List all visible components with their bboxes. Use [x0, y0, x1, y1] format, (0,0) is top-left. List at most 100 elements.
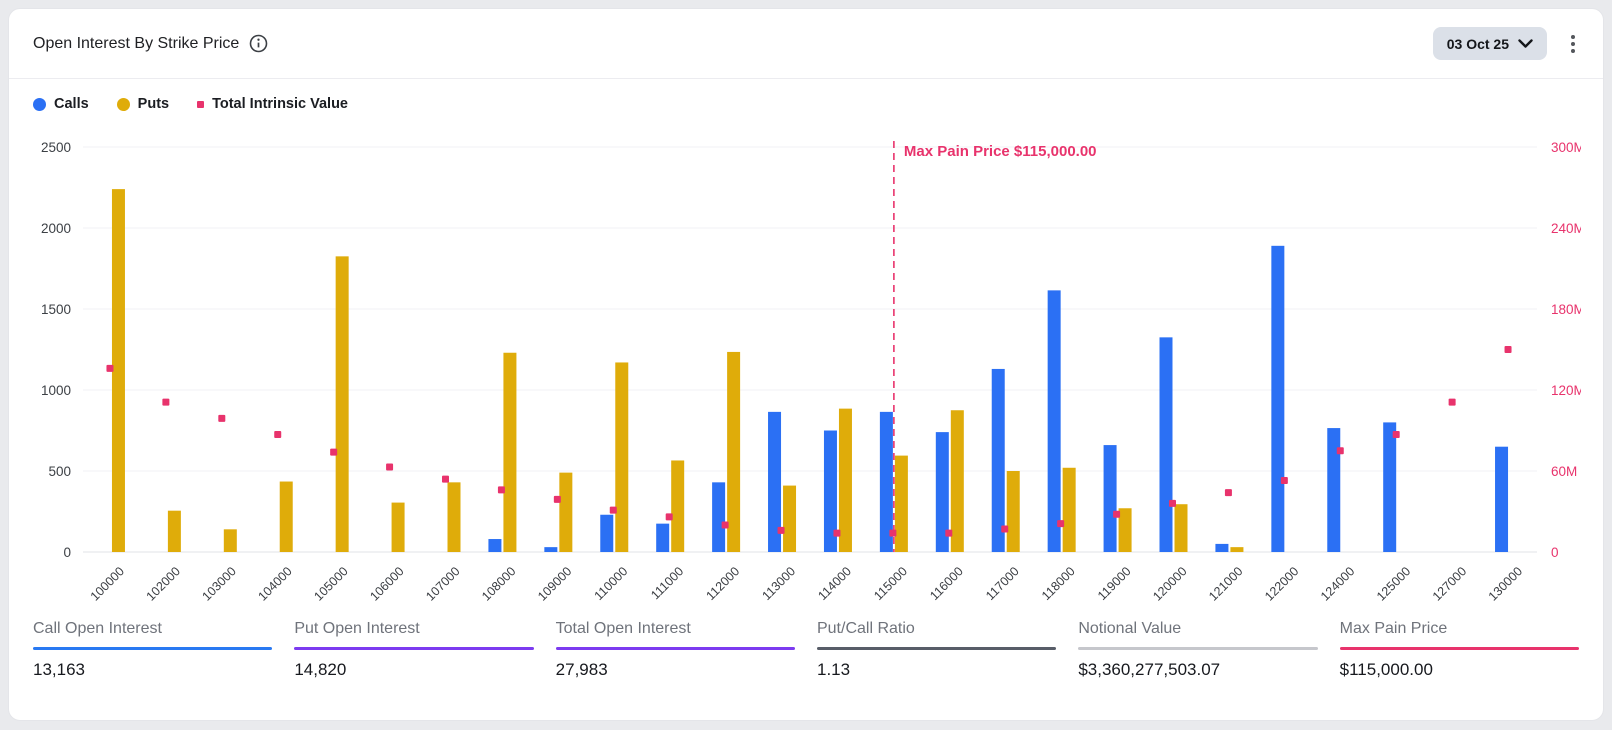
- intrinsic-marker[interactable]: [386, 463, 393, 470]
- puts-bar[interactable]: [280, 482, 293, 552]
- stat-accent-bar: [33, 647, 272, 650]
- x-axis-tick: 104000: [255, 564, 294, 603]
- puts-bar[interactable]: [392, 503, 405, 552]
- calls-bar[interactable]: [488, 539, 501, 552]
- x-axis-tick: 108000: [479, 564, 518, 603]
- y-axis-tick: 2500: [41, 140, 71, 155]
- puts-bar[interactable]: [615, 362, 628, 552]
- puts-swatch-icon: [117, 98, 130, 111]
- puts-bar[interactable]: [336, 256, 349, 552]
- puts-bar[interactable]: [1230, 547, 1243, 552]
- calls-swatch-icon: [33, 98, 46, 111]
- puts-bar[interactable]: [895, 456, 908, 552]
- calls-bar[interactable]: [1495, 447, 1508, 552]
- y-axis-tick: 1000: [41, 383, 71, 398]
- puts-bar[interactable]: [951, 410, 964, 552]
- right-axis-tick: 0: [1551, 545, 1559, 560]
- puts-bar[interactable]: [1119, 508, 1132, 552]
- puts-bar[interactable]: [671, 460, 684, 552]
- x-axis-tick: 115000: [871, 564, 910, 603]
- puts-bar[interactable]: [1175, 504, 1188, 552]
- more-options-icon[interactable]: [1565, 31, 1581, 57]
- legend-item-intrinsic-value[interactable]: Total Intrinsic Value: [197, 96, 348, 112]
- calls-bar[interactable]: [1104, 445, 1117, 552]
- puts-bar[interactable]: [783, 486, 796, 552]
- intrinsic-marker[interactable]: [1169, 500, 1176, 507]
- x-axis-tick: 100000: [88, 564, 127, 603]
- intrinsic-marker[interactable]: [1449, 399, 1456, 406]
- intrinsic-marker[interactable]: [778, 527, 785, 534]
- puts-bar[interactable]: [839, 409, 852, 552]
- calls-bar[interactable]: [1215, 544, 1228, 552]
- stat-label: Total Open Interest: [556, 620, 795, 638]
- intrinsic-marker[interactable]: [106, 365, 113, 372]
- x-axis-tick: 127000: [1430, 564, 1469, 603]
- intrinsic-value-swatch-icon: [197, 101, 204, 108]
- x-axis-tick: 107000: [423, 564, 462, 603]
- intrinsic-marker[interactable]: [1057, 520, 1064, 527]
- intrinsic-marker[interactable]: [1393, 431, 1400, 438]
- chart-legend: Calls Puts Total Intrinsic Value: [9, 79, 1603, 125]
- x-axis-tick: 112000: [703, 564, 742, 603]
- calls-bar[interactable]: [1160, 337, 1173, 552]
- intrinsic-marker[interactable]: [274, 431, 281, 438]
- stat-accent-bar: [1078, 647, 1317, 650]
- intrinsic-marker[interactable]: [554, 496, 561, 503]
- calls-bar[interactable]: [992, 369, 1005, 552]
- puts-bar[interactable]: [1063, 468, 1076, 552]
- intrinsic-marker[interactable]: [1001, 526, 1008, 533]
- intrinsic-marker[interactable]: [889, 530, 896, 537]
- calls-bar[interactable]: [544, 547, 557, 552]
- intrinsic-marker[interactable]: [330, 449, 337, 456]
- puts-bar[interactable]: [503, 353, 516, 552]
- puts-bar[interactable]: [168, 511, 181, 552]
- open-interest-by-strike-chart: 2500300M2000240M1500180M1000120M50060M00…: [33, 125, 1581, 605]
- calls-bar[interactable]: [1271, 246, 1284, 552]
- y-axis-tick: 2000: [41, 221, 71, 236]
- calls-bar[interactable]: [600, 515, 613, 552]
- header-left: Open Interest By Strike Price: [33, 34, 268, 53]
- intrinsic-marker[interactable]: [498, 486, 505, 493]
- open-interest-card: Open Interest By Strike Price 03 Oct 25: [8, 8, 1604, 721]
- x-axis-tick: 110000: [592, 564, 631, 603]
- x-axis-tick: 125000: [1374, 564, 1413, 603]
- y-axis-tick: 1500: [41, 302, 71, 317]
- intrinsic-marker[interactable]: [945, 530, 952, 537]
- stat-accent-bar: [294, 647, 533, 650]
- intrinsic-marker[interactable]: [722, 522, 729, 529]
- intrinsic-marker[interactable]: [1505, 346, 1512, 353]
- info-icon[interactable]: [249, 34, 268, 53]
- right-axis-tick: 60M: [1551, 464, 1577, 479]
- calls-bar[interactable]: [656, 524, 669, 552]
- intrinsic-marker[interactable]: [1337, 447, 1344, 454]
- puts-bar[interactable]: [112, 189, 125, 552]
- x-axis-tick: 120000: [1150, 564, 1189, 603]
- intrinsic-marker[interactable]: [833, 530, 840, 537]
- intrinsic-marker[interactable]: [610, 507, 617, 514]
- intrinsic-marker[interactable]: [218, 415, 225, 422]
- intrinsic-marker[interactable]: [1113, 511, 1120, 518]
- intrinsic-marker[interactable]: [162, 399, 169, 406]
- calls-bar[interactable]: [1327, 428, 1340, 552]
- intrinsic-marker[interactable]: [666, 513, 673, 520]
- puts-bar[interactable]: [1007, 471, 1020, 552]
- puts-bar[interactable]: [224, 529, 237, 552]
- x-axis-tick: 121000: [1206, 564, 1245, 603]
- x-axis-tick: 122000: [1262, 564, 1301, 603]
- intrinsic-marker[interactable]: [442, 476, 449, 483]
- right-axis-tick: 240M: [1551, 221, 1581, 236]
- puts-bar[interactable]: [448, 482, 461, 552]
- calls-bar[interactable]: [1383, 422, 1396, 552]
- puts-bar[interactable]: [727, 352, 740, 552]
- stat-label: Put/Call Ratio: [817, 620, 1056, 638]
- intrinsic-marker[interactable]: [1281, 477, 1288, 484]
- calls-bar[interactable]: [712, 482, 725, 552]
- legend-item-calls[interactable]: Calls: [33, 96, 89, 112]
- stat-put-open-interest: Put Open Interest 14,820: [294, 620, 533, 680]
- chevron-down-icon: [1518, 39, 1533, 49]
- calls-bar[interactable]: [1048, 290, 1061, 552]
- puts-bar[interactable]: [559, 473, 572, 552]
- legend-item-puts[interactable]: Puts: [117, 96, 169, 112]
- expiry-date-selector[interactable]: 03 Oct 25: [1433, 27, 1547, 60]
- intrinsic-marker[interactable]: [1225, 489, 1232, 496]
